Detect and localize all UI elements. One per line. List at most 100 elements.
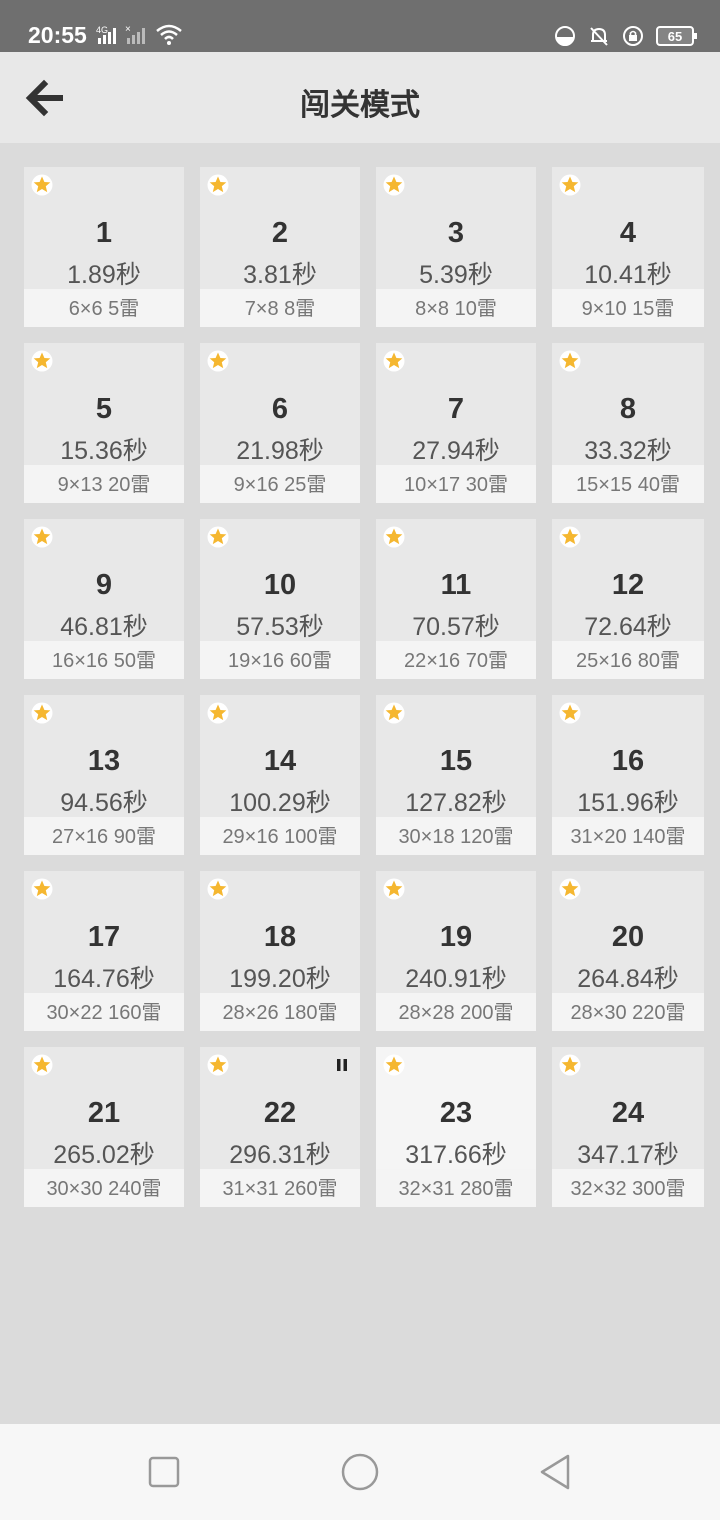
level-number: 10: [263, 569, 297, 601]
board-info: 28×28 200雷: [376, 993, 536, 1031]
level-number: 1: [95, 217, 113, 249]
rotation-lock-icon: [623, 26, 643, 46]
level-tile[interactable]: 23 317.66秒 32×31 280雷: [376, 1047, 536, 1207]
board-info: 30×18 120雷: [376, 817, 536, 855]
board-info: 19×16 60雷: [200, 641, 360, 679]
board-info: 10×17 30雷: [376, 465, 536, 503]
level-tile[interactable]: 17 164.76秒 30×22 160雷: [24, 871, 184, 1031]
level-tile[interactable]: 7 27.94秒 10×17 30雷: [376, 343, 536, 503]
recent-apps-icon[interactable]: [144, 1452, 184, 1492]
best-time: 240.91秒: [405, 965, 507, 993]
level-tile[interactable]: 18 199.20秒 28×26 180雷: [200, 871, 360, 1031]
star-icon: [559, 1054, 581, 1076]
star-icon: [383, 878, 405, 900]
board-info: 9×10 15雷: [552, 289, 704, 327]
star-icon: [31, 878, 53, 900]
level-number: 13: [87, 745, 121, 777]
board-info: 27×16 90雷: [24, 817, 184, 855]
board-info: 9×16 25雷: [200, 465, 360, 503]
level-tile[interactable]: 8 33.32秒 15×15 40雷: [552, 343, 704, 503]
best-time: 127.82秒: [405, 789, 507, 817]
mute-bell-icon: [590, 27, 608, 46]
star-icon: [383, 702, 405, 724]
level-number: 7: [447, 393, 465, 425]
level-number: 14: [263, 745, 297, 777]
best-time: 21.98秒: [236, 437, 324, 465]
level-number: 17: [87, 921, 121, 953]
wifi-icon: [156, 24, 182, 45]
level-number: 22: [263, 1097, 297, 1129]
level-number: 12: [611, 569, 645, 601]
level-number: 5: [95, 393, 113, 425]
board-info: 22×16 70雷: [376, 641, 536, 679]
app-bar: 闯关模式: [0, 52, 720, 143]
signal-icon: 4G ×: [96, 24, 145, 44]
level-tile[interactable]: 4 10.41秒 9×10 15雷: [552, 167, 704, 327]
level-tile[interactable]: 3 5.39秒 8×8 10雷: [376, 167, 536, 327]
board-info: 6×6 5雷: [24, 289, 184, 327]
level-tile[interactable]: 14 100.29秒 29×16 100雷: [200, 695, 360, 855]
level-tile[interactable]: 1 1.89秒 6×6 5雷: [24, 167, 184, 327]
level-tile[interactable]: 12 72.64秒 25×16 80雷: [552, 519, 704, 679]
level-number: 18: [263, 921, 297, 953]
best-time: 151.96秒: [577, 789, 679, 817]
data-saver-icon: [555, 26, 575, 46]
best-time: 264.84秒: [577, 965, 679, 993]
level-tile[interactable]: 19 240.91秒 28×28 200雷: [376, 871, 536, 1031]
level-number: 11: [440, 569, 472, 601]
level-number: 21: [87, 1097, 121, 1129]
level-tile[interactable]: 24 347.17秒 32×32 300雷: [552, 1047, 704, 1207]
level-number: 15: [439, 745, 473, 777]
status-icons: 65: [554, 24, 697, 48]
battery-indicator: 65: [656, 26, 697, 46]
star-icon: [207, 878, 229, 900]
level-tile[interactable]: 2 3.81秒 7×8 8雷: [200, 167, 360, 327]
best-time: 100.29秒: [229, 789, 331, 817]
level-number: 19: [439, 921, 473, 953]
level-tile[interactable]: 20 264.84秒 28×30 220雷: [552, 871, 704, 1031]
level-tile[interactable]: 16 151.96秒 31×20 140雷: [552, 695, 704, 855]
home-icon[interactable]: [338, 1450, 382, 1494]
star-icon: [383, 1054, 405, 1076]
best-time: 317.66秒: [405, 1141, 507, 1169]
status-bar: 20:55 4G × 65: [0, 0, 720, 52]
best-time: 10.41秒: [584, 261, 672, 289]
best-time: 57.53秒: [236, 613, 324, 641]
best-time: 265.02秒: [53, 1141, 155, 1169]
level-number: 4: [619, 217, 637, 249]
level-tile[interactable]: 10 57.53秒 19×16 60雷: [200, 519, 360, 679]
best-time: 296.31秒: [229, 1141, 331, 1169]
board-info: 30×30 240雷: [24, 1169, 184, 1207]
level-number: 16: [611, 745, 645, 777]
star-icon: [207, 1054, 229, 1076]
network-type-label: 4G: [96, 25, 108, 35]
level-tile[interactable]: 21 265.02秒 30×30 240雷: [24, 1047, 184, 1207]
level-number: 9: [95, 569, 113, 601]
level-tile[interactable]: 13 94.56秒 27×16 90雷: [24, 695, 184, 855]
level-number: 3: [447, 217, 465, 249]
star-icon: [31, 702, 53, 724]
level-tile[interactable]: 5 15.36秒 9×13 20雷: [24, 343, 184, 503]
star-icon: [207, 702, 229, 724]
board-info: 7×8 8雷: [200, 289, 360, 327]
board-info: 28×30 220雷: [552, 993, 704, 1031]
level-tile[interactable]: 6 21.98秒 9×16 25雷: [200, 343, 360, 503]
level-number: 20: [611, 921, 645, 953]
star-icon: [31, 174, 53, 196]
level-tile[interactable]: 11 70.57秒 22×16 70雷: [376, 519, 536, 679]
level-tile[interactable]: 9 46.81秒 16×16 50雷: [24, 519, 184, 679]
back-nav-icon[interactable]: [536, 1452, 576, 1492]
level-tile[interactable]: 22 296.31秒 31×31 260雷: [200, 1047, 360, 1207]
level-tile[interactable]: 15 127.82秒 30×18 120雷: [376, 695, 536, 855]
pause-icon: [337, 1059, 347, 1071]
star-icon: [559, 350, 581, 372]
best-time: 3.81秒: [243, 261, 317, 289]
board-info: 8×8 10雷: [376, 289, 536, 327]
navigation-bar: [0, 1424, 720, 1520]
board-info: 15×15 40雷: [552, 465, 704, 503]
best-time: 164.76秒: [53, 965, 155, 993]
star-icon: [207, 350, 229, 372]
board-info: 28×26 180雷: [200, 993, 360, 1031]
best-time: 33.32秒: [584, 437, 672, 465]
best-time: 72.64秒: [584, 613, 672, 641]
